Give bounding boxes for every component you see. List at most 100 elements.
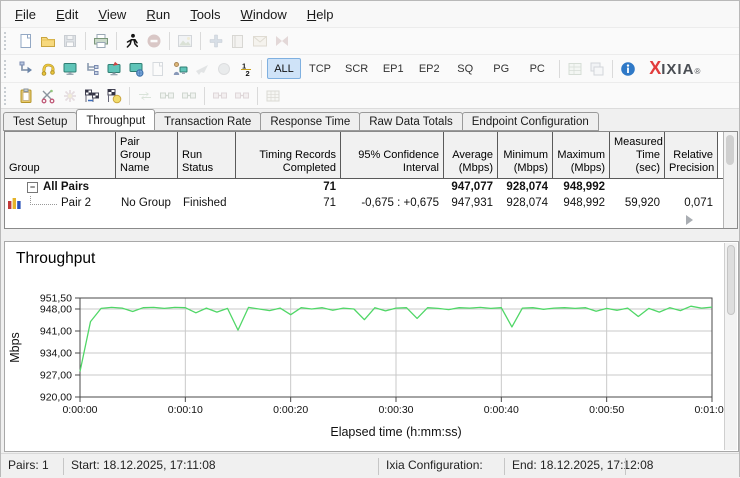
group-pairs-icon <box>178 85 200 107</box>
svg-text:2: 2 <box>246 69 250 77</box>
cell-measured: 59,920 <box>624 197 660 209</box>
results-table-scrollbar-thumb[interactable] <box>726 135 734 165</box>
swap-endpoints-icon[interactable]: 12 <box>235 58 257 80</box>
results-table-header: Group Pair Group Name Run Status Timing Reco… <box>5 132 723 179</box>
column-header-max[interactable]: Maximum (Mbps) <box>553 132 610 178</box>
toolbar-grip[interactable] <box>4 59 10 78</box>
about-info-icon[interactable] <box>617 58 639 80</box>
menu-edit[interactable]: Edit <box>46 3 88 26</box>
menu-file[interactable]: File <box>5 3 46 26</box>
column-header-avg[interactable]: Average (Mbps) <box>444 132 498 178</box>
cell-group: Pair 2 <box>5 195 116 211</box>
add-multicast-group-icon[interactable] <box>59 58 81 80</box>
disable-pair-icon <box>213 58 235 80</box>
collapse-all-pairs-button[interactable]: − <box>27 181 38 193</box>
cut-pair-icon[interactable] <box>37 85 59 107</box>
filter-pc-button[interactable]: PC <box>520 58 554 79</box>
cell-pair_group_name: No Group <box>121 197 171 209</box>
svg-text:0:00:20: 0:00:20 <box>273 404 308 416</box>
ixia-logo: X IXIA ® <box>649 58 701 78</box>
save-test-icon <box>59 30 81 52</box>
tab-transaction-rate[interactable]: Transaction Rate <box>154 112 262 131</box>
toolbar-grip[interactable] <box>4 32 10 50</box>
edit-multicast-group-icon[interactable] <box>103 58 125 80</box>
paste-special-icon <box>59 85 81 107</box>
all-pairs-row[interactable]: − All Pairs 71 947,077 928,074 948,992 <box>5 179 723 195</box>
menu-window[interactable]: Window <box>231 3 297 26</box>
link-pairs-icon <box>156 85 178 107</box>
toolbar-pairs: 1 2 ALL TCP SCR EP1 EP2 SQ PG PC X IXIA ® <box>1 55 739 83</box>
filter-all-button[interactable]: ALL <box>267 58 301 79</box>
add-pair-connector-icon[interactable] <box>81 58 103 80</box>
status-ixia-configuration: Ixia Configuration: <box>386 458 483 472</box>
throughput-line-chart: 951,50948,00941,00934,00927,00920,000:00… <box>8 293 730 440</box>
pair-row[interactable]: Pair 2 No Group Finished 71 -0,675 : +0,675 9… <box>5 195 723 211</box>
toolbar-grip[interactable] <box>4 86 10 105</box>
toolbar-separator <box>85 32 86 50</box>
chart-pane-scrollbar-thumb[interactable] <box>727 245 735 315</box>
filter-ep2-button[interactable]: EP2 <box>412 58 446 79</box>
group-label: All Pairs <box>43 181 90 193</box>
edit-script-icon[interactable] <box>103 85 125 107</box>
assign-script-icon[interactable] <box>81 85 103 107</box>
run-test-icon[interactable] <box>121 30 143 52</box>
filter-pg-button[interactable]: PG <box>484 58 518 79</box>
column-header-measured[interactable]: Measured Time (sec) <box>610 132 665 178</box>
open-test-icon[interactable] <box>37 30 59 52</box>
print-icon[interactable] <box>90 30 112 52</box>
tab-test-setup[interactable]: Test Setup <box>3 112 78 131</box>
menu-view[interactable]: View <box>88 3 136 26</box>
replicate-pair-icon <box>191 58 213 80</box>
results-table-scrollbar[interactable] <box>723 132 737 228</box>
toolbar-separator <box>129 86 130 105</box>
add-application-group-icon[interactable] <box>169 58 191 80</box>
svg-text:934,00: 934,00 <box>40 348 72 360</box>
cell-avg: 947,077 <box>451 181 493 193</box>
column-header-confidence[interactable]: 95% Confidence Interval <box>341 132 444 178</box>
column-header-timing_records[interactable]: Timing Records Completed <box>236 132 341 178</box>
view-grid-icon <box>262 85 284 107</box>
column-header-precision[interactable]: Relative Precision <box>665 132 718 178</box>
new-test-icon[interactable] <box>15 30 37 52</box>
copy-test-setup-icon[interactable] <box>15 85 37 107</box>
cell-confidence: -0,675 : +0,675 <box>361 197 439 209</box>
generate-report-icon <box>227 30 249 52</box>
add-pair-icon[interactable] <box>15 58 37 80</box>
toolbar-separator <box>116 32 117 50</box>
filter-tcp-button[interactable]: TCP <box>303 58 337 79</box>
chart-pane-scrollbar[interactable] <box>724 243 737 450</box>
column-header-run_status[interactable]: Run Status <box>178 132 236 178</box>
menu-tools[interactable]: Tools <box>180 3 230 26</box>
add-voip-multicast-group-icon[interactable] <box>125 58 147 80</box>
column-header-pair_group_name[interactable]: Pair Group Name <box>116 132 178 178</box>
cell-run_status: Finished <box>183 197 227 209</box>
column-header-group[interactable]: Group <box>5 132 116 178</box>
column-header-min[interactable]: Minimum (Mbps) <box>498 132 553 178</box>
horizontal-scroll-right-arrow[interactable] <box>686 215 693 225</box>
svg-text:948,00: 948,00 <box>40 304 72 316</box>
add-comment-icon <box>205 30 227 52</box>
menu-help[interactable]: Help <box>297 3 344 26</box>
menu-run[interactable]: Run <box>136 3 180 26</box>
svg-text:Mbps: Mbps <box>8 332 22 363</box>
svg-text:941,00: 941,00 <box>40 326 72 338</box>
results-table: Group Pair Group Name Run Status Timing Reco… <box>5 132 723 228</box>
status-start-time: Start: 18.12.2025, 17:11:08 <box>71 458 216 472</box>
tab-response-time[interactable]: Response Time <box>260 112 361 131</box>
tab-raw-data-totals[interactable]: Raw Data Totals <box>359 112 463 131</box>
throughput-chart-pane: Throughput 951,50 948,00 941,00 934,00 927,0… <box>4 241 739 452</box>
paste-pair-icon <box>147 58 169 80</box>
filter-ep1-button[interactable]: EP1 <box>376 58 410 79</box>
stop-test-icon <box>143 30 165 52</box>
filter-sq-button[interactable]: SQ <box>448 58 482 79</box>
ungroup-pairs-icon <box>209 85 231 107</box>
mail-results-icon <box>249 30 271 52</box>
tab-endpoint-configuration[interactable]: Endpoint Configuration <box>461 112 599 131</box>
add-voip-pair-icon[interactable] <box>37 58 59 80</box>
svg-text:920,00: 920,00 <box>40 392 72 404</box>
chart-title: Throughput <box>16 250 96 267</box>
status-divider <box>625 458 626 475</box>
view-results-chart-icon <box>174 30 196 52</box>
tab-throughput[interactable]: Throughput <box>76 109 156 131</box>
filter-scr-button[interactable]: SCR <box>339 58 374 79</box>
